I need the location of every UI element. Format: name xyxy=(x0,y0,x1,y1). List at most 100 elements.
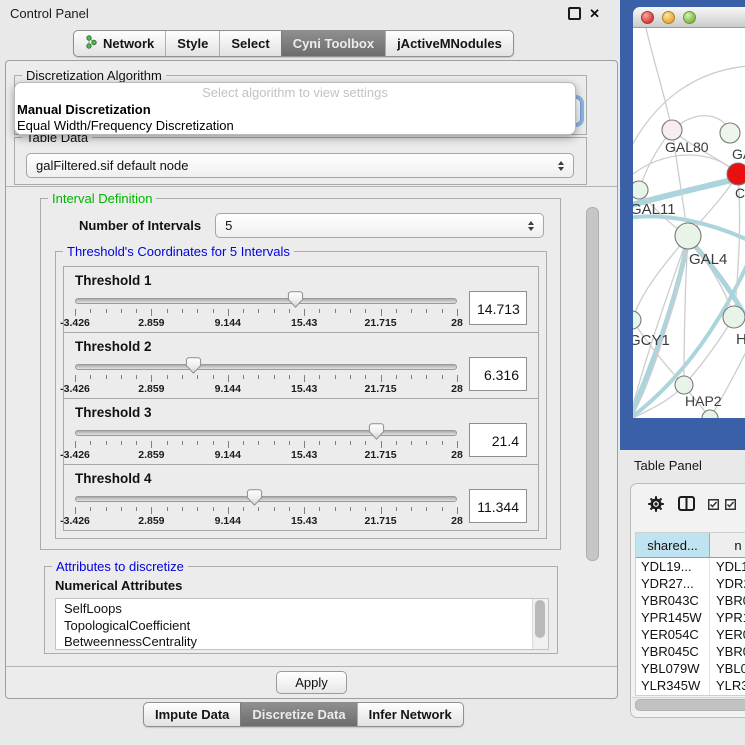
table-row[interactable]: YBL079WYBL0 xyxy=(636,660,745,677)
network-window-titlebar[interactable] xyxy=(633,7,745,28)
slider-tick-label: 9.144 xyxy=(215,449,241,461)
slider-tick xyxy=(365,507,366,511)
dropdown-option-equal-width-frequency[interactable]: Equal Width/Frequency Discretization xyxy=(15,118,575,134)
table-row[interactable]: YBR045CYBR0 xyxy=(636,643,745,660)
table-row[interactable]: YPR145WYPR1 xyxy=(636,609,745,626)
tab-cyni-toolbox[interactable]: Cyni Toolbox xyxy=(281,31,385,56)
table-cell: YIL0 xyxy=(710,694,745,696)
slider-tick xyxy=(335,309,336,313)
table-row[interactable]: YER054CYER0 xyxy=(636,626,745,643)
slider-handle[interactable] xyxy=(185,357,202,374)
tab-infer-network[interactable]: Infer Network xyxy=(357,703,463,726)
threshold-value-field[interactable]: 14.713 xyxy=(469,291,527,325)
table-row[interactable]: YIL052CYIL0 xyxy=(636,694,745,696)
close-traffic-light-icon[interactable] xyxy=(641,11,654,24)
slider-tick xyxy=(182,441,183,445)
slider-tick-label: 9.144 xyxy=(215,515,241,527)
network-canvas[interactable]: GAL80GACGAL11GAL4GCY1HHAP2 xyxy=(633,28,745,418)
slider-handle[interactable] xyxy=(287,291,304,308)
threshold-slider[interactable]: -3.4262.8599.14415.4321.71528 xyxy=(75,488,457,528)
network-node-gal80[interactable] xyxy=(662,120,682,140)
network-node-c[interactable] xyxy=(727,163,745,185)
minimize-traffic-light-icon[interactable] xyxy=(662,11,675,24)
dropdown-option-manual-discretization[interactable]: Manual Discretization xyxy=(15,102,575,118)
threshold-slider[interactable]: -3.4262.8599.14415.4321.71528 xyxy=(75,290,457,330)
attribute-list-item[interactable]: BetweennessCentrality xyxy=(64,634,548,650)
attribute-list-item[interactable]: SelfLoops xyxy=(64,601,548,618)
slider-tick xyxy=(243,507,244,511)
slider-tick xyxy=(365,375,366,379)
network-node-ga[interactable] xyxy=(720,123,740,143)
tab-label: Impute Data xyxy=(155,707,229,722)
split-columns-icon[interactable] xyxy=(678,496,695,516)
horizontal-scrollbar[interactable] xyxy=(632,697,745,711)
threshold-label: Threshold 1 xyxy=(75,273,527,288)
slider-tick xyxy=(121,375,122,379)
slider-tick xyxy=(228,441,229,448)
slider-track[interactable] xyxy=(75,298,457,304)
tab-network[interactable]: Network xyxy=(74,31,165,56)
attribute-items: SelfLoopsTopologicalCoefficientBetweenne… xyxy=(56,599,548,650)
network-node-gcy1[interactable] xyxy=(633,311,641,329)
slider-track[interactable] xyxy=(75,496,457,502)
slider-tick xyxy=(136,441,137,445)
tab-impute-data[interactable]: Impute Data xyxy=(144,703,240,726)
network-canvas-svg: GAL80GACGAL11GAL4GCY1HHAP2 xyxy=(633,28,745,418)
table-row[interactable]: YDL19...YDL1 xyxy=(636,558,745,575)
threshold-slider[interactable]: -3.4262.8599.14415.4321.71528 xyxy=(75,356,457,396)
slider-handle[interactable] xyxy=(246,489,263,506)
slider-tick-label: 21.715 xyxy=(365,515,397,527)
table-row[interactable]: YDR27...YDR2 xyxy=(636,575,745,592)
network-node-h[interactable] xyxy=(723,306,745,328)
threshold-value-field[interactable]: 21.4 xyxy=(469,423,527,457)
network-node-label: C xyxy=(735,185,745,201)
tab-discretize-data[interactable]: Discretize Data xyxy=(240,703,356,726)
threshold-slider[interactable]: -3.4262.8599.14415.4321.71528 xyxy=(75,422,457,462)
attributes-scrollbar-thumb[interactable] xyxy=(535,600,545,638)
close-icon[interactable]: ✕ xyxy=(589,7,600,20)
checkbox-icon[interactable] xyxy=(725,497,736,515)
tab-jactivemnodules[interactable]: jActiveMNodules xyxy=(385,31,513,56)
float-window-icon[interactable] xyxy=(568,7,581,20)
panel-title: Control Panel xyxy=(10,6,89,21)
threshold-value-field[interactable]: 6.316 xyxy=(469,357,527,391)
table-cell: YDR27... xyxy=(636,575,710,592)
network-node-gal11[interactable] xyxy=(633,181,648,199)
tab-select[interactable]: Select xyxy=(219,31,280,56)
network-edge xyxy=(684,317,734,385)
slider-tick xyxy=(151,507,152,514)
table-row[interactable]: YLR345WYLR3 xyxy=(636,677,745,694)
slider-handle[interactable] xyxy=(368,423,385,440)
attribute-list-item[interactable]: TopologicalCoefficient xyxy=(64,618,548,635)
column-header-name[interactable]: n xyxy=(710,533,745,557)
vertical-scrollbar-thumb[interactable] xyxy=(586,207,599,561)
gear-icon[interactable] xyxy=(647,495,665,518)
table-cell: YBL0 xyxy=(710,660,745,677)
table-data-combobox[interactable]: galFiltered.sif default node xyxy=(26,153,574,178)
network-node-label: GA xyxy=(732,146,745,162)
threshold-value-field[interactable]: 11.344 xyxy=(469,489,527,523)
attributes-scrollbar[interactable] xyxy=(532,599,548,649)
slider-track[interactable] xyxy=(75,430,457,436)
zoom-traffic-light-icon[interactable] xyxy=(683,11,696,24)
slider-tick xyxy=(182,375,183,379)
slider-tick-labels: -3.4262.8599.14415.4321.71528 xyxy=(75,317,457,330)
table-cell: YDL19... xyxy=(636,558,710,575)
cyni-toolbox-panel: Discretization Algorithm Select algorith… xyxy=(5,60,618,699)
slider-track[interactable] xyxy=(75,364,457,370)
threshold-label: Threshold 2 xyxy=(75,339,527,354)
network-node-gal4[interactable] xyxy=(675,223,701,249)
network-node-label: H xyxy=(736,331,745,348)
slider-tick xyxy=(197,507,198,511)
apply-button[interactable]: Apply xyxy=(276,671,347,694)
number-of-intervals-combobox[interactable]: 5 xyxy=(215,213,544,238)
tab-style[interactable]: Style xyxy=(165,31,219,56)
slider-tick xyxy=(151,375,152,382)
table-row[interactable]: YBR043CYBR0 xyxy=(636,592,745,609)
vertical-scrollbar[interactable] xyxy=(581,187,603,666)
horizontal-scrollbar-thumb[interactable] xyxy=(635,699,745,711)
column-header-shared-name[interactable]: shared... xyxy=(636,533,710,557)
network-node-hap2[interactable] xyxy=(675,376,693,394)
slider-tick xyxy=(426,507,427,511)
checkbox-icon[interactable] xyxy=(708,497,719,515)
